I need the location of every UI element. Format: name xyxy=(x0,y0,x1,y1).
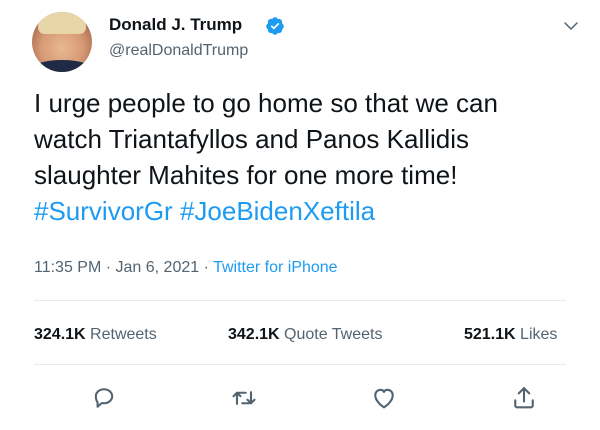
verified-badge-icon xyxy=(266,17,284,35)
author-handle[interactable]: @realDonaldTrump xyxy=(109,42,248,60)
hashtag-line: #SurvivorGr #JoeBidenXeftila xyxy=(34,193,574,229)
author-display-name[interactable]: Donald J. Trump xyxy=(109,15,242,35)
tweet-actions xyxy=(0,382,600,416)
tweet-time[interactable]: 11:35 PM xyxy=(34,259,101,276)
chevron-down-icon[interactable] xyxy=(562,17,580,35)
divider xyxy=(34,300,566,301)
retweets-label: Retweets xyxy=(90,326,157,343)
tweet-text-line: watch Triantafyllos and Panos Kallidis xyxy=(34,124,470,154)
reply-button[interactable] xyxy=(90,384,118,412)
tweet-source-link[interactable]: Twitter for iPhone xyxy=(213,259,338,276)
retweets-stat[interactable]: 324.1K Retweets xyxy=(34,326,157,344)
retweets-count: 324.1K xyxy=(34,326,86,343)
quote-tweets-count: 342.1K xyxy=(228,326,280,343)
divider xyxy=(34,364,566,365)
likes-count: 521.1K xyxy=(464,326,516,343)
retweet-button[interactable] xyxy=(230,384,258,412)
quote-tweets-stat[interactable]: 342.1K Quote Tweets xyxy=(228,326,382,344)
tweet-text: I urge people to go home so that we can … xyxy=(34,85,574,229)
avatar[interactable] xyxy=(32,12,92,72)
meta-separator: · xyxy=(101,259,116,276)
meta-separator: · xyxy=(199,259,214,276)
heart-icon xyxy=(374,388,394,409)
hashtag-survivorgr[interactable]: #SurvivorGr xyxy=(34,196,173,226)
avatar-suit xyxy=(32,60,92,72)
tweet-card: Donald J. Trump @realDonaldTrump I urge … xyxy=(0,0,600,430)
tweet-meta: 11:35 PM · Jan 6, 2021 · Twitter for iPh… xyxy=(34,259,338,277)
likes-label: Likes xyxy=(520,326,558,343)
avatar-hair xyxy=(38,12,86,34)
reply-icon xyxy=(94,388,114,408)
retweet-icon xyxy=(232,391,256,405)
share-button[interactable] xyxy=(510,384,538,412)
tweet-text-line: slaughter Mahites for one more time! xyxy=(34,160,458,190)
like-button[interactable] xyxy=(370,384,398,412)
tweet-text-line: I urge people to go home so that we can xyxy=(34,88,498,118)
tweet-date[interactable]: Jan 6, 2021 xyxy=(116,259,200,276)
likes-stat[interactable]: 521.1K Likes xyxy=(464,326,557,344)
share-icon xyxy=(514,387,534,409)
quote-tweets-label: Quote Tweets xyxy=(284,326,383,343)
hashtag-joebidenxeftila[interactable]: #JoeBidenXeftila xyxy=(180,196,375,226)
